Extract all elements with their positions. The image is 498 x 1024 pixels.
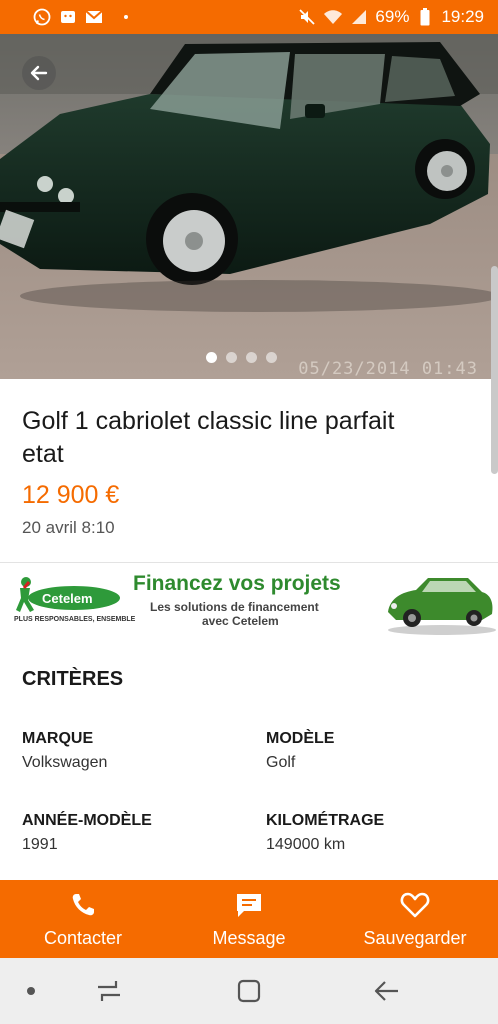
ad-date: 20 avril 8:10 — [22, 518, 115, 537]
nav-dot-icon — [16, 976, 46, 1006]
criteria-item-mileage: KILOMÉTRAGE 149000 km — [266, 812, 486, 854]
android-icon — [58, 7, 78, 27]
scrollbar[interactable] — [491, 266, 498, 474]
recent-apps-button[interactable] — [94, 976, 124, 1006]
gmail-icon — [84, 7, 104, 27]
chat-icon — [234, 890, 264, 920]
contact-button[interactable]: Contacter — [0, 880, 166, 958]
back-arrow-icon — [374, 981, 398, 1001]
notification-dot — [124, 15, 128, 19]
arrow-back-icon — [30, 65, 48, 81]
cetelem-tagline: PLUS RESPONSABLES, ENSEMBLE — [14, 616, 136, 623]
criteria-label: MODÈLE — [266, 730, 335, 747]
criteria-label: MARQUE — [22, 730, 94, 747]
mute-icon — [297, 7, 317, 27]
cetelem-logo: Cetelem — [16, 577, 120, 612]
wifi-icon — [323, 7, 343, 27]
photo-gallery[interactable]: 05/23/2014 01:43 — [0, 34, 498, 379]
banner-subline: Les solutions de financement — [150, 600, 319, 614]
criteria-section: CRITÈRES MARQUE Volkswagen MODÈLE Golf A… — [0, 640, 498, 880]
photo-timestamp: 05/23/2014 01:43 — [298, 359, 478, 379]
criteria-heading: CRITÈRES — [22, 668, 124, 690]
home-icon — [237, 979, 261, 1003]
criteria-item-brand: MARQUE Volkswagen — [22, 730, 242, 772]
cetelem-banner[interactable]: Cetelem PLUS RESPONSABLES, ENSEMBLE Fina… — [0, 566, 498, 640]
signal-icon — [349, 7, 369, 27]
criteria-label: KILOMÉTRAGE — [266, 812, 385, 829]
whatsapp-icon — [32, 7, 52, 27]
message-button[interactable]: Message — [166, 880, 332, 958]
battery-icon — [415, 7, 435, 27]
criteria-value: 1991 — [22, 836, 58, 853]
banner-headline: Financez vos projets — [133, 572, 341, 595]
car-photo — [0, 34, 498, 379]
back-button[interactable] — [22, 56, 56, 90]
recent-apps-icon — [98, 981, 120, 1001]
phone-icon — [69, 890, 97, 920]
gallery-dot[interactable] — [266, 352, 277, 363]
heart-icon — [400, 890, 430, 920]
back-nav-button[interactable] — [372, 976, 402, 1006]
green-car-image — [388, 578, 496, 635]
home-button[interactable] — [234, 976, 264, 1006]
status-bar: 69% 19:29 — [0, 0, 498, 34]
action-bar: Contacter Message Sauvegarder — [0, 880, 498, 958]
battery-percent: 69% — [375, 7, 410, 26]
gallery-dot[interactable] — [206, 352, 217, 363]
criteria-item-year: ANNÉE-MODÈLE 1991 — [22, 812, 242, 854]
gallery-pagination[interactable] — [206, 352, 277, 363]
save-button[interactable]: Sauvegarder — [332, 880, 498, 958]
clock: 19:29 — [441, 7, 484, 26]
criteria-value: 149000 km — [266, 836, 346, 853]
save-label: Sauvegarder — [363, 927, 467, 948]
criteria-item-model: MODÈLE Golf — [266, 730, 486, 772]
gallery-dot[interactable] — [226, 352, 237, 363]
cetelem-logo-text: Cetelem — [42, 591, 93, 606]
banner-subline: avec Cetelem — [202, 614, 279, 628]
criteria-value: Golf — [266, 754, 296, 771]
ad-summary: Golf 1 cabriolet classic line parfait et… — [0, 379, 498, 563]
criteria-value: Volkswagen — [22, 754, 108, 771]
ad-price: 12 900 € — [22, 481, 120, 509]
gallery-dot[interactable] — [246, 352, 257, 363]
criteria-label: ANNÉE-MODÈLE — [22, 812, 152, 829]
ad-title: Golf 1 cabriolet classic line parfait et… — [22, 407, 395, 468]
system-nav-bar — [0, 958, 498, 1024]
message-label: Message — [212, 927, 286, 948]
contact-label: Contacter — [43, 927, 123, 948]
